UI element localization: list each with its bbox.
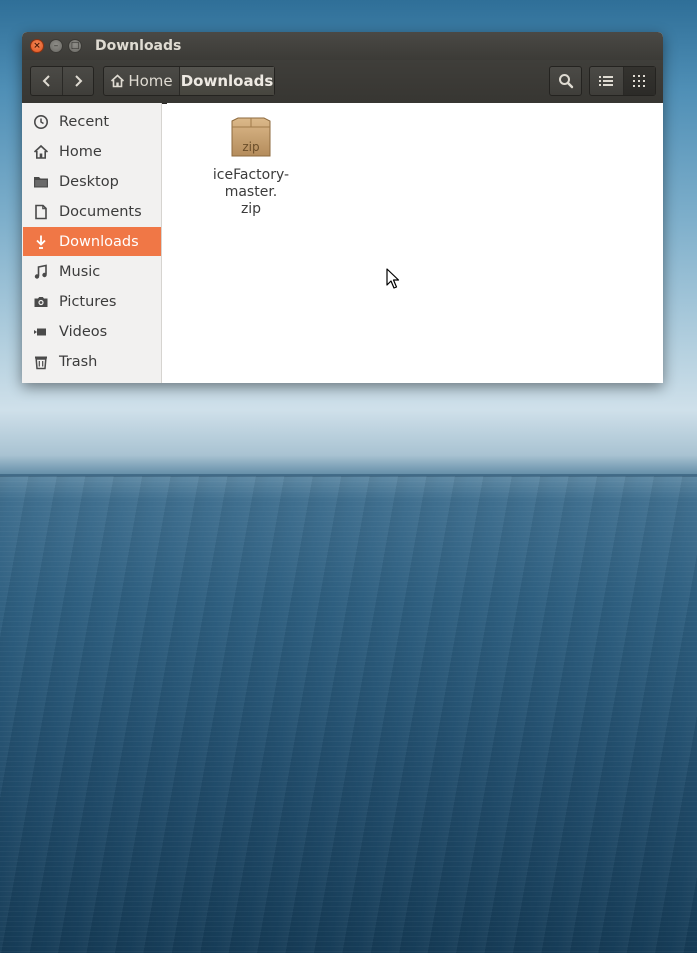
sidebar-item-desktop[interactable]: Desktop xyxy=(23,167,161,196)
list-view-button[interactable] xyxy=(590,67,623,95)
folder-icon xyxy=(33,174,49,190)
toolbar: Home Downloads xyxy=(22,60,663,104)
file-view[interactable]: zip iceFactory-master. zip xyxy=(167,103,663,383)
home-icon xyxy=(111,74,125,88)
zip-archive-icon: zip xyxy=(231,117,271,157)
navigation-buttons xyxy=(30,66,94,96)
sidebar-item-label: Downloads xyxy=(59,233,139,250)
sidebar-item-downloads[interactable]: Downloads xyxy=(23,227,161,256)
close-button[interactable]: × xyxy=(30,39,44,53)
path-home-label: Home xyxy=(128,72,173,90)
view-switcher xyxy=(589,66,656,96)
titlebar[interactable]: × – □ Downloads xyxy=(22,32,663,60)
camera-icon xyxy=(33,294,49,310)
sidebar-item-label: Videos xyxy=(59,323,108,340)
file-item[interactable]: zip iceFactory-master. zip xyxy=(187,117,315,218)
sidebar-item-label: Recent xyxy=(59,113,110,130)
sidebar-item-home[interactable]: Home xyxy=(23,137,161,166)
sidebar-item-label: Documents xyxy=(59,203,142,220)
search-button[interactable] xyxy=(550,67,581,95)
sidebar-item-recent[interactable]: Recent xyxy=(23,107,161,136)
home-icon xyxy=(33,144,49,160)
minimize-button[interactable]: – xyxy=(49,39,63,53)
sidebar-item-label: Pictures xyxy=(59,293,117,310)
clock-icon xyxy=(33,114,49,130)
file-name-line2: zip xyxy=(240,201,262,217)
file-name-line1: iceFactory-master. xyxy=(212,167,290,200)
path-button-downloads[interactable]: Downloads xyxy=(179,67,274,95)
back-button[interactable] xyxy=(31,67,62,95)
video-icon xyxy=(33,324,49,340)
zip-label: zip xyxy=(242,140,259,154)
path-downloads-label: Downloads xyxy=(180,72,274,90)
path-button-home[interactable]: Home xyxy=(104,67,179,95)
sidebar-item-pictures[interactable]: Pictures xyxy=(23,287,161,316)
trash-icon xyxy=(33,354,49,370)
sidebar-item-documents[interactable]: Documents xyxy=(23,197,161,226)
mouse-cursor xyxy=(386,268,400,289)
places-sidebar: Recent Home Desktop Documents Downloads … xyxy=(22,103,162,383)
search-button-group xyxy=(549,66,582,96)
sea-texture xyxy=(0,476,697,953)
forward-button[interactable] xyxy=(62,67,93,95)
list-view-icon xyxy=(599,76,614,86)
window-title: Downloads xyxy=(95,38,182,54)
sidebar-item-label: Desktop xyxy=(59,173,119,190)
sidebar-item-videos[interactable]: Videos xyxy=(23,317,161,346)
grid-view-button[interactable] xyxy=(622,67,655,95)
file-name: iceFactory-master. zip xyxy=(187,167,315,218)
search-icon xyxy=(558,74,573,89)
sidebar-item-music[interactable]: Music xyxy=(23,257,161,286)
maximize-button[interactable]: □ xyxy=(68,39,82,53)
chevron-left-icon xyxy=(42,75,50,87)
download-icon xyxy=(33,234,49,250)
path-bar: Home Downloads xyxy=(103,66,275,96)
sidebar-item-label: Trash xyxy=(59,353,98,370)
chevron-right-icon xyxy=(75,75,83,87)
grid-view-icon xyxy=(633,75,646,87)
file-manager-window: × – □ Downloads Home Downloads Recent Ho… xyxy=(22,32,663,383)
document-icon xyxy=(33,204,49,220)
sidebar-item-label: Home xyxy=(59,143,102,160)
sidebar-item-label: Music xyxy=(59,263,101,280)
sidebar-item-trash[interactable]: Trash xyxy=(23,347,161,376)
music-note-icon xyxy=(33,264,49,280)
